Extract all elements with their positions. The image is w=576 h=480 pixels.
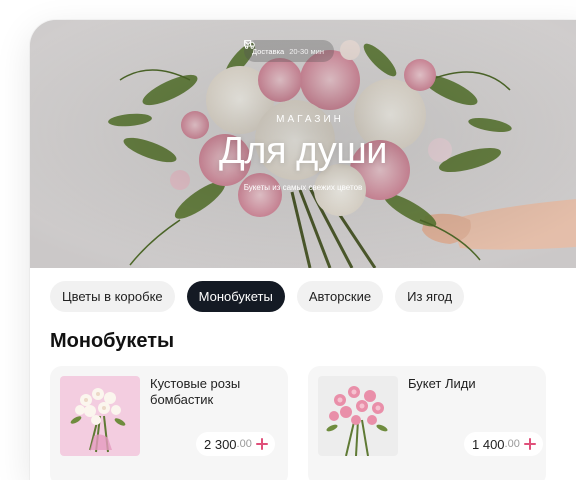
delivery-time-selector[interactable]: Доставка 20-30 мин <box>244 40 334 62</box>
tab-monobouquets[interactable]: Монобукеты <box>186 281 285 312</box>
plus-icon <box>523 437 537 451</box>
add-to-cart-button[interactable]: 1 400.00 <box>464 432 543 456</box>
product-price: 2 300 <box>204 436 237 452</box>
product-card[interactable]: Кустовые розы бомбастик 2 300.00 <box>50 366 288 480</box>
product-name: Букет Лиди <box>408 376 476 391</box>
delivery-time: 20-30 мин <box>289 46 324 56</box>
category-tabs: Цветы в коробке Монобукеты Авторские Из … <box>50 281 465 312</box>
tab-flowers-in-box[interactable]: Цветы в коробке <box>50 281 175 312</box>
hero-subtitle: Букеты из самых свежих цветов <box>243 183 363 192</box>
product-price-cents: .00 <box>236 438 252 450</box>
add-to-cart-button[interactable]: 2 300.00 <box>196 432 275 456</box>
chevron-down-icon <box>244 41 252 46</box>
hero-title: Для души <box>219 130 387 172</box>
app-screen: Доставка 20-30 мин МАГАЗИН Для души Буке… <box>30 20 576 480</box>
plus-icon <box>255 437 269 451</box>
product-image <box>60 376 140 456</box>
tab-berries[interactable]: Из ягод <box>395 281 465 312</box>
tab-author[interactable]: Авторские <box>296 281 384 312</box>
product-card[interactable]: Букет Лиди 1 400.00 <box>308 366 546 480</box>
hero-banner: Доставка 20-30 мин МАГАЗИН Для души Буке… <box>30 20 576 268</box>
product-price-cents: .00 <box>504 438 520 450</box>
delivery-label: Доставка <box>252 46 285 56</box>
product-name: Кустовые розы бомбастик <box>150 376 241 407</box>
hero-eyebrow: МАГАЗИН <box>276 114 344 125</box>
product-image <box>318 376 398 456</box>
section-title: Монобукеты <box>50 330 175 352</box>
product-price: 1 400 <box>472 436 505 452</box>
